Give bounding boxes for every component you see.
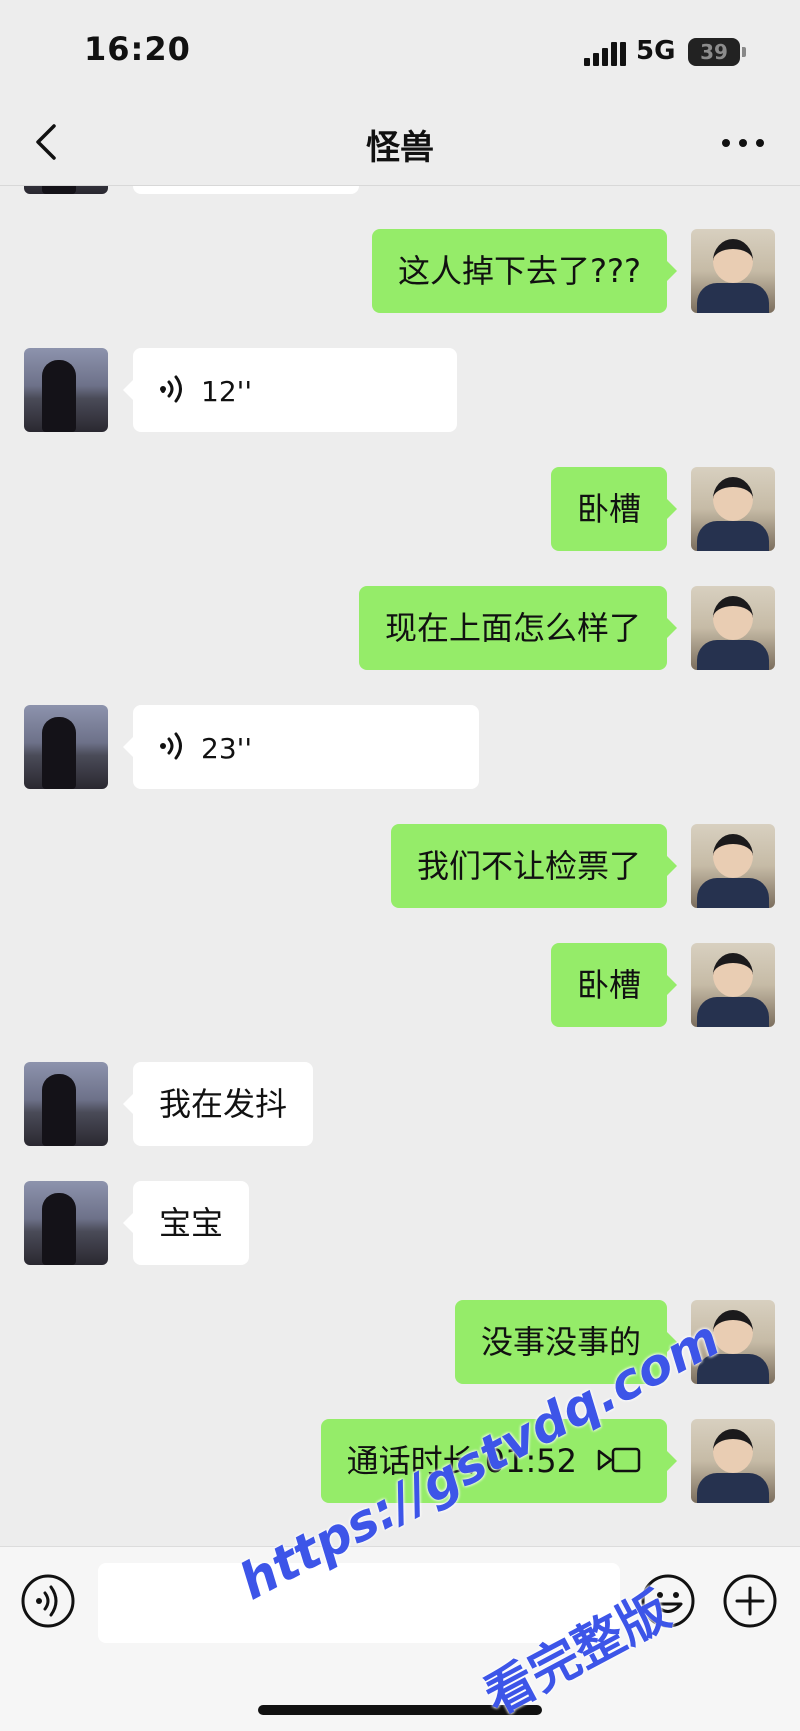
voice-message[interactable]: 12'' <box>123 348 457 432</box>
contact-avatar[interactable] <box>24 705 108 789</box>
call-record-message[interactable]: 通话时长 01:52 <box>320 1419 678 1503</box>
message-bubble-partial <box>133 186 359 194</box>
message-bubble[interactable]: 我们不让检票了 <box>390 824 678 908</box>
voice-message[interactable]: 23'' <box>123 705 479 789</box>
message-input[interactable] <box>98 1563 620 1643</box>
plus-icon[interactable] <box>722 1573 778 1629</box>
more-dots-icon[interactable] <box>718 128 768 158</box>
chat-area[interactable]: 这人掉下去了??? 12'' 卧槽 现在上面怎么样了 23'' 我们不让检票了 … <box>0 186 800 1546</box>
chat-title: 怪兽 <box>366 128 434 168</box>
my-avatar[interactable] <box>691 467 775 551</box>
message-bubble[interactable]: 没事没事的 <box>454 1300 678 1384</box>
status-time: 16:20 <box>84 30 191 68</box>
message-bubble[interactable]: 现在上面怎么样了 <box>358 586 678 670</box>
network-label: 5G <box>636 36 676 66</box>
voice-wave-icon <box>160 732 182 760</box>
my-avatar[interactable] <box>691 1300 775 1384</box>
input-bar <box>0 1546 800 1731</box>
call-duration-text: 通话时长 01:52 <box>346 1442 577 1480</box>
voice-duration: 23'' <box>201 732 253 765</box>
my-avatar[interactable] <box>691 824 775 908</box>
voice-duration: 12'' <box>201 375 253 408</box>
message-bubble[interactable]: 宝宝 <box>122 1181 250 1265</box>
status-bar: 16:20 5G 39 <box>0 0 800 100</box>
contact-avatar[interactable] <box>24 186 108 194</box>
message-bubble[interactable]: 卧槽 <box>550 467 678 551</box>
contact-avatar[interactable] <box>24 348 108 432</box>
my-avatar[interactable] <box>691 229 775 313</box>
battery-level: 39 <box>700 40 728 64</box>
my-avatar[interactable] <box>691 586 775 670</box>
battery-icon: 39 <box>688 38 740 66</box>
nav-bar: 怪兽 <box>0 100 800 186</box>
contact-avatar[interactable] <box>24 1062 108 1146</box>
my-avatar[interactable] <box>691 943 775 1027</box>
voice-input-icon[interactable] <box>20 1573 76 1629</box>
video-call-icon <box>597 1447 641 1473</box>
battery-tip <box>742 47 746 57</box>
message-bubble[interactable]: 这人掉下去了??? <box>372 229 677 313</box>
home-indicator[interactable] <box>258 1705 542 1715</box>
voice-wave-icon <box>160 375 182 403</box>
my-avatar[interactable] <box>691 1419 775 1503</box>
signal-bars-icon <box>584 42 626 66</box>
message-bubble[interactable]: 我在发抖 <box>122 1062 314 1146</box>
emoji-icon[interactable] <box>640 1573 696 1629</box>
contact-avatar[interactable] <box>24 1181 108 1265</box>
message-bubble[interactable]: 卧槽 <box>550 943 678 1027</box>
